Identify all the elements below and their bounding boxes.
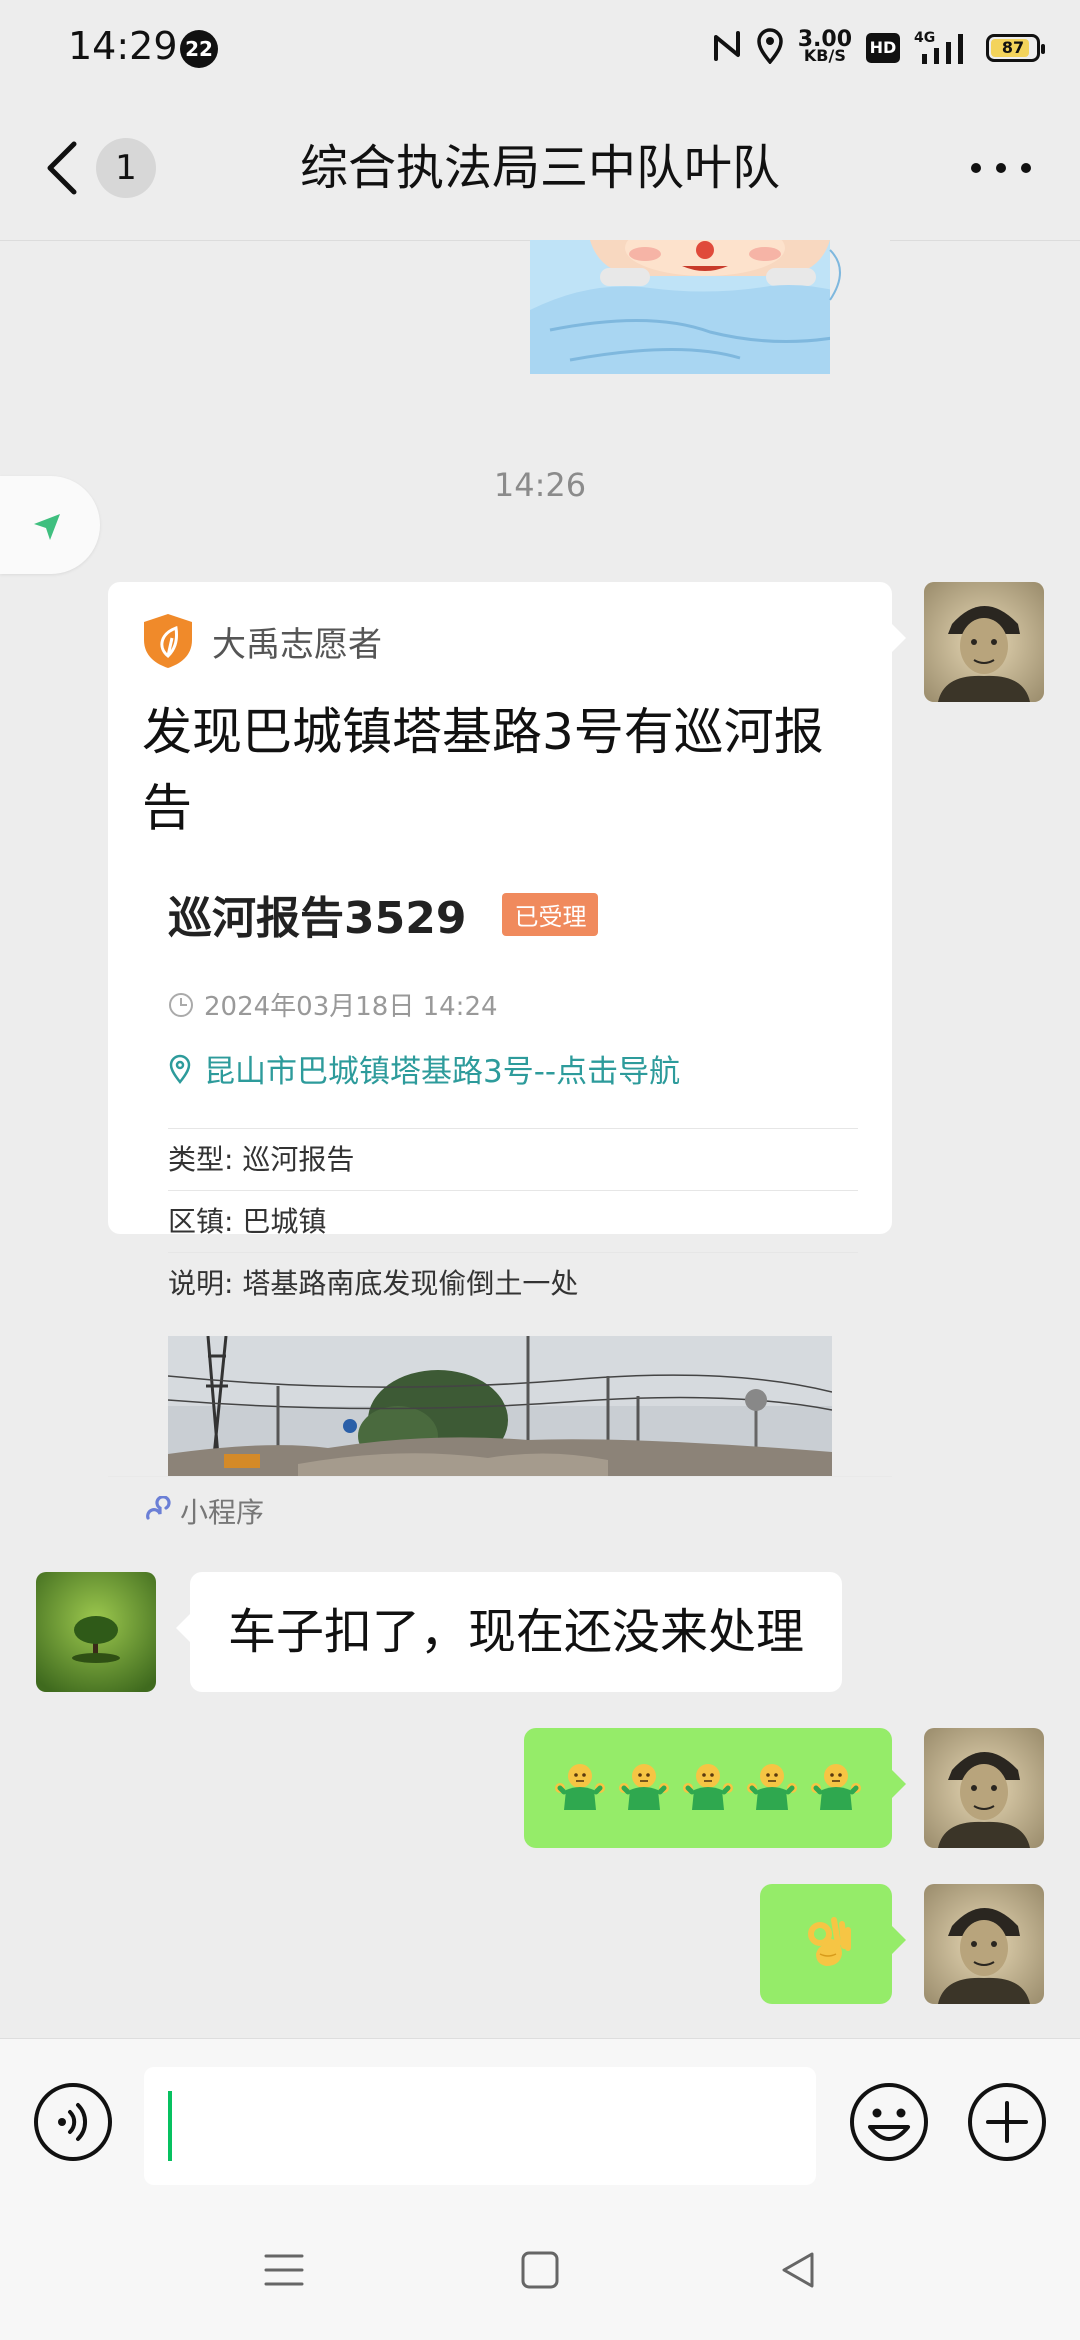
- notification-count-badge: 22: [180, 30, 218, 68]
- message-input[interactable]: [144, 2067, 816, 2185]
- status-bar: 14:29 22 3.00 KB/S HD 4G 87: [0, 0, 1080, 96]
- man-shrugging-emoji: [616, 1758, 672, 1818]
- battery-icon: 87: [986, 34, 1045, 62]
- report-datetime-text: 2024年03月18日 14:24: [204, 992, 498, 1022]
- mini-program-icon: [146, 1496, 171, 1520]
- location-pin-icon: [169, 1054, 191, 1084]
- more-dots-icon: [971, 163, 1031, 173]
- triangle-back-icon: [782, 2252, 814, 2288]
- back-button[interactable]: 1: [44, 136, 164, 200]
- man-shrugging-emoji: [808, 1758, 864, 1818]
- menu-icon: [264, 2254, 304, 2286]
- battery-level: 87: [1001, 38, 1025, 57]
- status-time: 14:29: [68, 24, 178, 68]
- card-source: 大禹志愿者: [142, 612, 382, 670]
- voice-input-button[interactable]: [32, 2081, 114, 2163]
- report-header: 巡河报告3529 已受理: [168, 882, 599, 946]
- signal-icon: 4G: [914, 30, 972, 66]
- card-footer: 小程序: [108, 1476, 892, 1537]
- report-photo[interactable]: [168, 1336, 832, 1476]
- row-label: 说明:: [168, 1267, 234, 1300]
- chat-header: 1 综合执法局三中队叶队: [0, 96, 1080, 241]
- plus-icon: [968, 2083, 1046, 2161]
- self-avatar[interactable]: [924, 1728, 1044, 1848]
- report-address-text: 昆山市巴城镇塔基路3号--点击导航: [204, 1054, 681, 1090]
- row-value: 巡河报告: [242, 1143, 355, 1176]
- sticker-image[interactable]: [530, 240, 890, 374]
- message-timestamp: 14:26: [493, 466, 587, 504]
- card-source-name: 大禹志愿者: [212, 624, 382, 665]
- volunteer-shield-icon: [144, 614, 192, 668]
- man-shrugging-emoji: [680, 1758, 736, 1818]
- self-avatar[interactable]: [924, 1884, 1044, 2004]
- net-speed-unit: KB/S: [803, 46, 846, 65]
- hd-badge: HD: [866, 33, 900, 63]
- square-icon: [521, 2251, 559, 2289]
- card-title: 发现巴城镇塔基路3号有巡河报告: [142, 703, 824, 837]
- more-button[interactable]: [966, 144, 1036, 192]
- text-caret: [168, 2091, 172, 2161]
- chat-title: 综合执法局三中队叶队: [299, 140, 780, 196]
- location-icon: [756, 28, 784, 68]
- ok-hand-emoji: [798, 1914, 854, 1974]
- message-bubble-right[interactable]: [760, 1884, 906, 2004]
- smiley-icon: [850, 2083, 928, 2161]
- nfc-icon: [712, 29, 742, 67]
- voice-icon: [34, 2083, 112, 2161]
- unread-count-badge: 1: [96, 138, 156, 198]
- system-back-button[interactable]: [776, 2248, 820, 2292]
- clock-icon: [169, 992, 193, 1017]
- emoji-row: [760, 1884, 892, 2004]
- status-badge: 已受理: [502, 892, 599, 936]
- system-navigation-bar: [0, 2202, 1080, 2340]
- row-label: 区镇:: [168, 1205, 234, 1238]
- message-list[interactable]: 14:26 大禹志愿者 发现巴城镇塔基路3号有巡河报告 巡河报告3529 已受理…: [0, 240, 1080, 2038]
- report-row-district: 区镇: 巴城镇: [168, 1190, 858, 1253]
- report-title: 巡河报告3529: [168, 893, 467, 944]
- net-speed: 3.00 KB/S: [798, 29, 852, 65]
- report-address-link[interactable]: 昆山市巴城镇塔基路3号--点击导航: [168, 1046, 680, 1091]
- man-shrugging-emoji: [552, 1758, 608, 1818]
- self-avatar[interactable]: [924, 582, 1044, 702]
- emoji-row: [524, 1728, 892, 1848]
- more-functions-button[interactable]: [966, 2081, 1048, 2163]
- man-shrugging-emoji: [744, 1758, 800, 1818]
- input-bar: [0, 2038, 1080, 2203]
- report-row-type: 类型: 巡河报告: [168, 1128, 858, 1191]
- mini-program-label: 小程序: [180, 1496, 265, 1529]
- message-bubble-right[interactable]: [524, 1728, 906, 1848]
- message-bubble-left[interactable]: 车子扣了，现在还没来处理: [175, 1572, 843, 1692]
- row-value: 巴城镇: [242, 1205, 327, 1238]
- contact-avatar[interactable]: [36, 1572, 156, 1692]
- recent-apps-button[interactable]: [262, 2248, 306, 2292]
- row-label: 类型:: [168, 1143, 234, 1176]
- report-datetime: 2024年03月18日 14:24: [168, 986, 498, 1023]
- emoji-button[interactable]: [848, 2081, 930, 2163]
- mini-program-card[interactable]: 大禹志愿者 发现巴城镇塔基路3号有巡河报告 巡河报告3529 已受理 2024年…: [108, 582, 906, 1529]
- row-value: 塔基路南底发现偷倒土一处: [242, 1267, 579, 1300]
- chevron-left-icon: [47, 141, 77, 195]
- report-row-description: 说明: 塔基路南底发现偷倒土一处: [168, 1252, 858, 1315]
- home-button[interactable]: [518, 2248, 562, 2292]
